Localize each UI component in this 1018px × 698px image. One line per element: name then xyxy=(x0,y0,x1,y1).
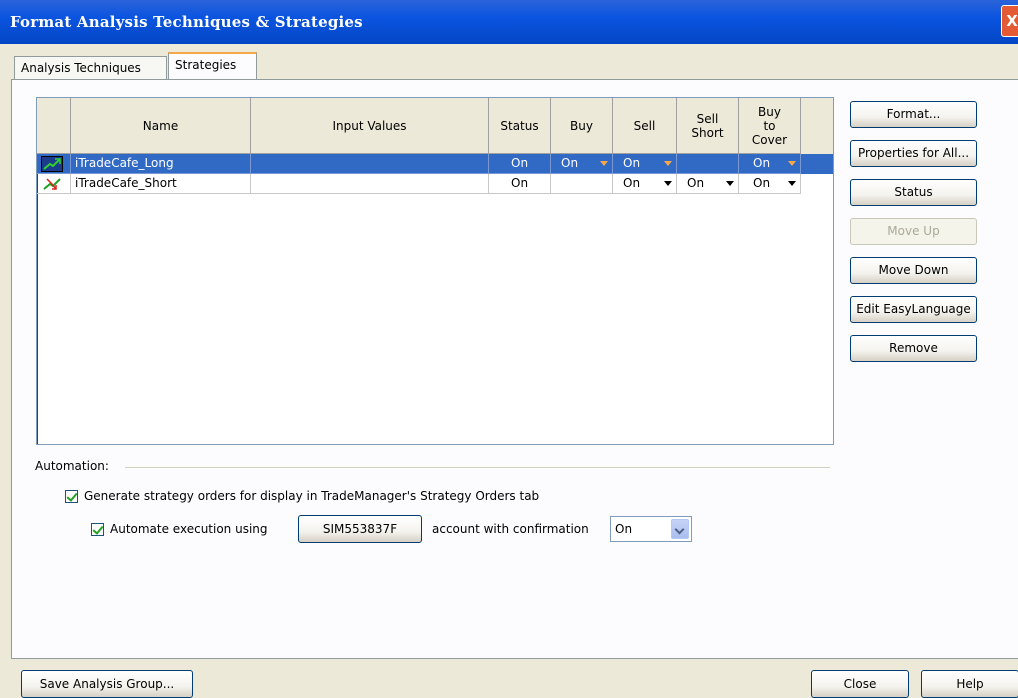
row-sell-cell[interactable]: On xyxy=(613,174,677,194)
row-input-values[interactable] xyxy=(251,174,489,194)
header-input-values[interactable]: Input Values xyxy=(251,98,489,154)
tab-strategies[interactable]: Strategies xyxy=(168,52,257,81)
generate-orders-checkbox[interactable] xyxy=(65,490,78,503)
confirmation-label: account with confirmation xyxy=(432,522,589,536)
row-buy-cell[interactable]: On xyxy=(551,154,613,174)
strategy-long-icon xyxy=(41,156,63,172)
row-sell-short: On xyxy=(687,176,705,190)
row-sell-short-cell[interactable]: On xyxy=(677,174,739,194)
table-row[interactable]: iTradeCafe_Short On On On On xyxy=(37,174,833,194)
row-status[interactable]: On xyxy=(489,174,551,194)
row-sell: On xyxy=(623,176,641,190)
move-up-button[interactable]: Move Up xyxy=(850,218,977,245)
chevron-down-icon[interactable] xyxy=(664,181,672,186)
row-status[interactable]: On xyxy=(489,154,551,174)
close-button[interactable]: Close xyxy=(811,670,909,698)
confirmation-select[interactable]: On xyxy=(610,516,692,542)
header-icon-col xyxy=(37,98,71,154)
row-buy-to-cover-cell[interactable]: On xyxy=(739,174,801,194)
generate-orders-label: Generate strategy orders for display in … xyxy=(84,489,540,503)
header-buy-to-cover[interactable]: Buy to Cover xyxy=(739,98,801,154)
confirmation-value: On xyxy=(615,522,633,536)
tab-analysis-techniques[interactable]: Analysis Techniques xyxy=(14,56,167,79)
row-name: iTradeCafe_Long xyxy=(71,154,251,174)
remove-button[interactable]: Remove xyxy=(850,335,977,362)
format-button[interactable]: Format... xyxy=(850,101,977,128)
automate-execution-checkbox[interactable] xyxy=(91,523,104,536)
chevron-down-icon[interactable] xyxy=(788,161,796,166)
row-buy-to-cover-cell[interactable]: On xyxy=(739,154,801,174)
header-name[interactable]: Name xyxy=(71,98,251,154)
grid-header: Name Input Values Status Buy Sell Sell S… xyxy=(37,98,833,154)
save-analysis-group-button[interactable]: Save Analysis Group... xyxy=(21,670,193,698)
row-sell-short-cell[interactable] xyxy=(677,154,739,174)
chevron-down-icon[interactable] xyxy=(726,181,734,186)
row-icon-cell xyxy=(37,154,71,174)
edit-easylanguage-button[interactable]: Edit EasyLanguage xyxy=(850,296,977,323)
row-icon-cell xyxy=(37,174,71,194)
strategies-grid: Name Input Values Status Buy Sell Sell S… xyxy=(36,97,834,445)
close-icon[interactable]: X xyxy=(1001,5,1018,37)
header-status[interactable]: Status xyxy=(489,98,551,154)
automation-label: Automation: xyxy=(35,459,109,473)
chevron-down-icon[interactable] xyxy=(671,519,689,539)
help-button[interactable]: Help xyxy=(921,670,1018,698)
row-buy-cell[interactable] xyxy=(551,174,613,194)
chevron-down-icon[interactable] xyxy=(788,181,796,186)
row-buy-to-cover: On xyxy=(753,176,771,190)
strategy-short-icon xyxy=(43,178,61,190)
chevron-down-icon[interactable] xyxy=(664,161,672,166)
window-title: Format Analysis Techniques & Strategies xyxy=(10,13,363,31)
status-button[interactable]: Status xyxy=(850,179,977,206)
header-sell-short[interactable]: Sell Short xyxy=(677,98,739,154)
row-sell-cell[interactable]: On xyxy=(613,154,677,174)
properties-for-all-button[interactable]: Properties for All... xyxy=(850,140,977,167)
chevron-down-icon[interactable] xyxy=(600,161,608,166)
account-button[interactable]: SIM553837F xyxy=(298,515,422,543)
row-input-values[interactable] xyxy=(251,154,489,174)
move-down-button[interactable]: Move Down xyxy=(850,257,977,284)
row-name: iTradeCafe_Short xyxy=(71,174,251,194)
header-sell[interactable]: Sell xyxy=(613,98,677,154)
automate-execution-label: Automate execution using xyxy=(110,522,268,536)
title-bar: Format Analysis Techniques & Strategies xyxy=(0,0,1018,44)
row-buy-to-cover: On xyxy=(753,156,771,170)
automation-divider xyxy=(125,467,830,468)
header-buy[interactable]: Buy xyxy=(551,98,613,154)
row-sell: On xyxy=(623,156,641,170)
table-row[interactable]: iTradeCafe_Long On On On On xyxy=(37,154,833,174)
row-buy: On xyxy=(561,156,579,170)
